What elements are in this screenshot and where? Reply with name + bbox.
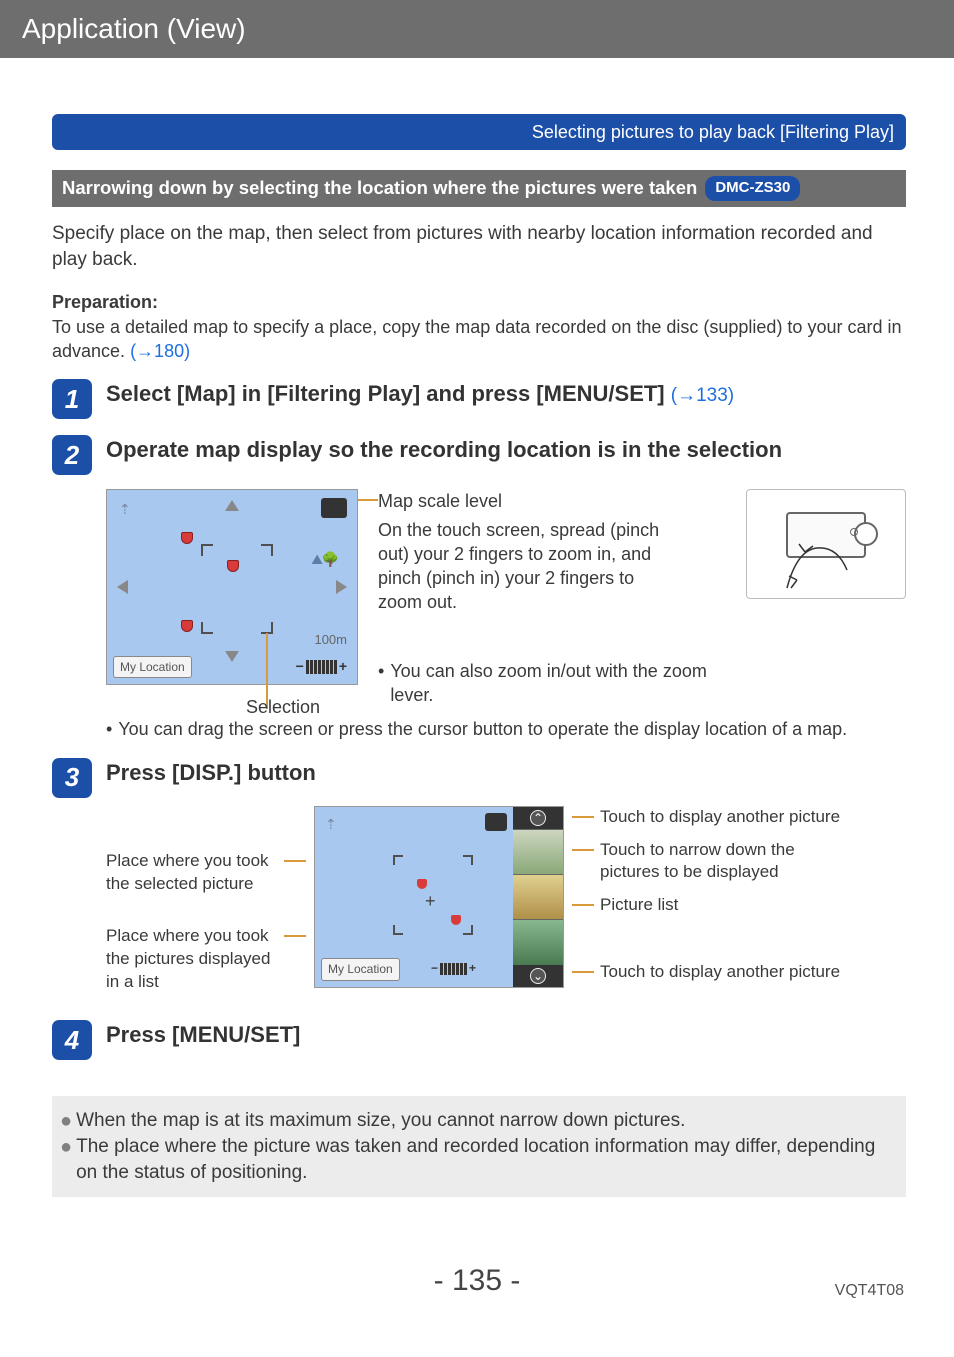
selection-bracket-icon [393,855,403,865]
nav-up-icon [225,500,239,511]
tree-icon: 🌳 [322,550,339,569]
step-1-number: 1 [52,379,92,419]
nav-right-icon [336,580,347,594]
step-2-drag-note: • You can drag the screen or press the c… [106,717,906,741]
step-1-title: Select [Map] in [Filtering Play] and pre… [106,379,906,409]
selection-label: Selection [246,695,320,719]
pin-icon [227,560,239,572]
preparation-text: To use a detailed map to specify a place… [52,315,906,364]
document-id: VQT4T08 [835,1280,904,1302]
compass-icon: ⇡ [119,500,131,519]
callout-line [572,904,594,906]
step-2-side-text: Map scale level On the touch screen, spr… [378,489,726,707]
selection-bracket-icon [393,925,403,935]
selection-bracket-icon [201,544,213,556]
scroll-down-button: ⌄ [513,965,563,987]
subsection-label: Narrowing down by selecting the location… [62,176,697,201]
section-banner: Selecting pictures to play back [Filteri… [52,114,906,150]
map-mode-icon [485,813,507,831]
camera-pinch-illustration [746,489,906,599]
step-2-content: ⇡ 🌳 ⛰ My Location 100m − [106,489,906,707]
my-location-button: My Location [321,958,400,980]
preparation-link[interactable]: (→180) [130,341,190,361]
right-label-d: Touch to display another picture [600,961,840,984]
step-3-right-labels: Touch to display another picture Touch t… [572,806,852,985]
pinch-instruction: On the touch screen, spread (pinch out) … [378,518,678,615]
page-footer: - 135 - VQT4T08 [0,1261,954,1322]
selection-bracket-icon [463,855,473,865]
callout-line [572,849,594,851]
step-2-title: Operate map display so the recording loc… [106,435,906,465]
callout-line [572,971,594,973]
step-3-left-labels: Place where you took the selected pictur… [106,806,306,995]
model-badge: DMC-ZS30 [705,176,800,200]
step-3-title: Press [DISP.] button [106,758,906,788]
note-2: The place where the picture was taken an… [76,1134,894,1185]
nav-down-icon [225,651,239,662]
preparation-block: Preparation: To use a detailed map to sp… [52,290,906,363]
subsection-bar: Narrowing down by selecting the location… [52,170,906,207]
pin-icon [181,532,193,544]
thumbnail-icon [513,874,563,919]
hill-icon: ⛰ [311,550,323,569]
callout-line [358,499,378,501]
selection-bracket-icon [201,622,213,634]
selection-bracket-icon [261,544,273,556]
thumbnail-icon [513,829,563,874]
pin-icon [451,915,461,925]
map-mode-icon [321,498,347,518]
bullet-icon: ● [60,1137,72,1185]
step-1: 1 Select [Map] in [Filtering Play] and p… [52,379,906,419]
callout-line [284,860,306,862]
drag-note-text: You can drag the screen or press the cur… [118,717,847,741]
preparation-title: Preparation: [52,290,906,314]
step-4-number: 4 [52,1020,92,1060]
scroll-up-button: ⌃ [513,807,563,829]
compass-icon: ⇡ [325,815,337,834]
map-illustration-wrap: ⇡ 🌳 ⛰ My Location 100m − [106,489,358,707]
callout-line [284,935,306,937]
zoom-scale-icon: − + [296,657,347,676]
zoom-lever-note: You can also zoom in/out with the zoom l… [390,659,726,708]
step-3-content: Place where you took the selected pictur… [106,806,906,995]
intro-text: Specify place on the map, then select fr… [52,221,906,272]
pinch-gesture-icon [777,540,867,600]
nav-left-icon [117,580,128,594]
step-4: 4 Press [MENU/SET] [52,1020,906,1060]
screen-illustration-2: ⇡ + ⌃ ⌄ My Location − + [314,806,564,988]
selection-bracket-icon [463,925,473,935]
step-2: 2 Operate map display so the recording l… [52,435,906,475]
right-label-c: Picture list [600,894,678,917]
bullet-icon: • [106,717,112,741]
step-1-title-text: Select [Map] in [Filtering Play] and pre… [106,381,671,406]
map-scale-label: Map scale level [378,489,726,513]
left-label-b: Place where you took the pictures displa… [106,925,278,994]
bullet-icon: • [378,659,384,708]
header-breadcrumb: Application (View) [0,0,954,58]
step-3: 3 Press [DISP.] button [52,758,906,798]
step-2-number: 2 [52,435,92,475]
right-label-a: Touch to display another picture [600,806,840,829]
notes-box: ● When the map is at its maximum size, y… [52,1096,906,1197]
left-label-a: Place where you took the selected pictur… [106,850,278,896]
crosshair-icon: + [425,889,436,913]
map-illustration: ⇡ 🌳 ⛰ My Location 100m − [106,489,358,685]
pin-icon [417,879,427,889]
my-location-button: My Location [113,656,192,678]
right-label-b: Touch to narrow down the pictures to be … [600,839,852,885]
bullet-icon: ● [60,1111,72,1134]
page-number: - 135 - [434,1261,521,1302]
step-1-link[interactable]: (→133) [671,385,734,406]
map-scale-text: 100m [314,631,347,649]
thumbnail-column: ⌃ ⌄ [513,807,563,987]
callout-line [572,816,594,818]
pin-icon [181,620,193,632]
zoom-scale-icon: − + [431,960,476,976]
thumbnail-icon [513,919,563,964]
step-3-number: 3 [52,758,92,798]
note-1: When the map is at its maximum size, you… [76,1108,685,1134]
step-4-title: Press [MENU/SET] [106,1020,906,1050]
